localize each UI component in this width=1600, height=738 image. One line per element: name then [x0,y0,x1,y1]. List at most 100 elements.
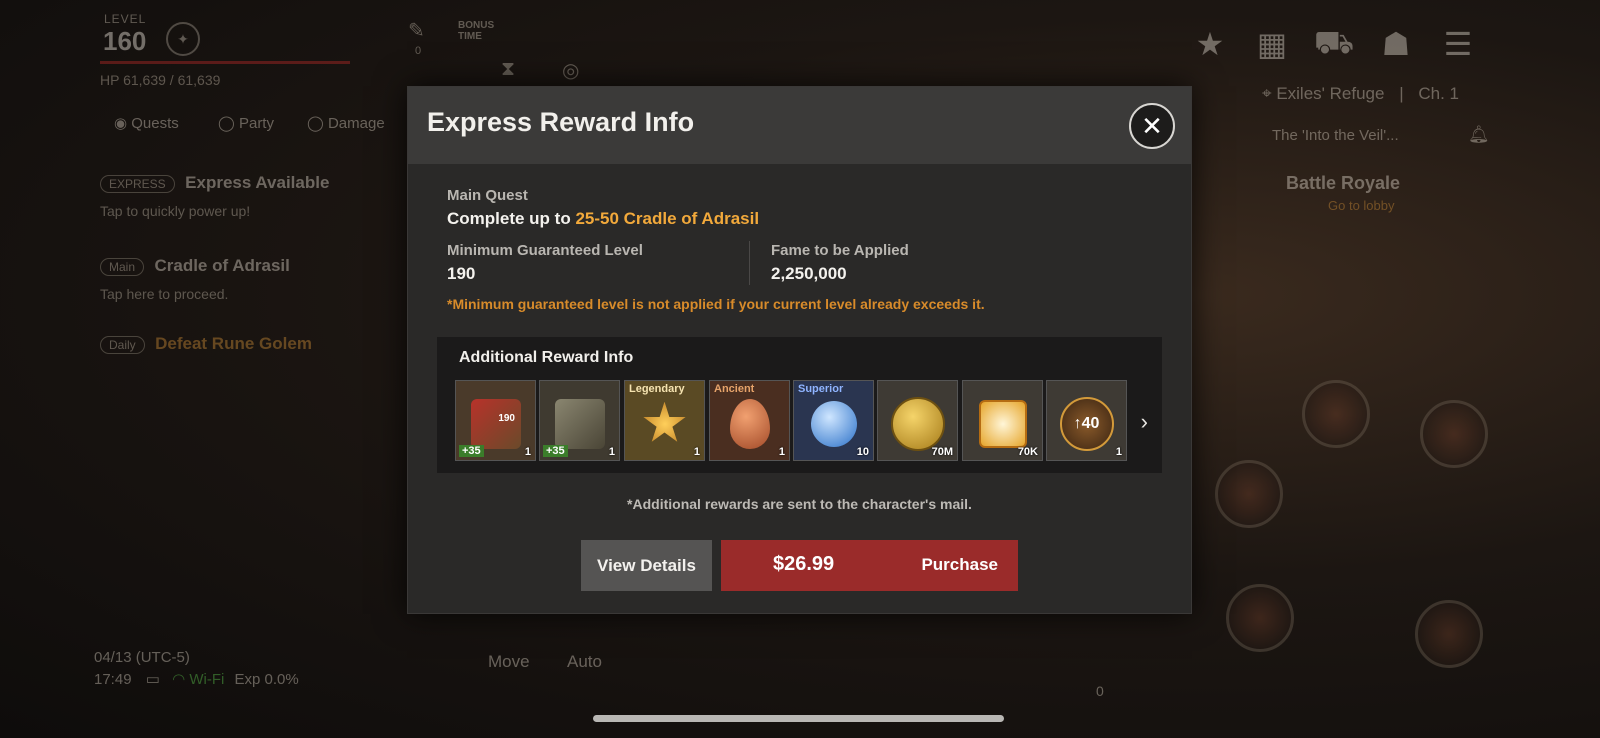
tab-party[interactable]: ◯ Party [218,114,274,132]
reward-item-2-qty: 1 [608,446,615,458]
quest-daily[interactable]: Daily Defeat Rune Golem [100,334,312,354]
reward-item-4-qty: 1 [778,446,785,458]
modal-title: Express Reward Info [427,107,695,137]
reward-item-1[interactable]: 190 +35 1 [455,380,536,461]
reward-item-2-badge: +35 [543,445,568,457]
main-subtitle: Tap here to proceed. [100,286,229,302]
chevron-right-icon[interactable]: › [1141,409,1148,435]
stone-chest-icon [554,398,605,449]
feather-counter: 0 [415,45,422,57]
quest-highlight: 25-50 Cradle of Adrasil [575,209,760,228]
status-bar: 17:49 ▭ ◠ Wi-Fi Exp 0.0% [94,670,299,688]
battery-icon: ▭ [145,671,160,688]
reward-item-6[interactable]: 70M [877,380,958,461]
level-label: LEVEL [104,12,147,26]
mail-note: *Additional rewards are sent to the char… [627,496,972,512]
skill-button-2[interactable] [1420,400,1488,468]
price-label: $26.99 [773,553,835,575]
reward-item-5[interactable]: Superior 10 [793,380,874,461]
legendary-star-icon [643,401,686,442]
reward-item-1-overlay: 190 [498,413,515,424]
fame-label: Fame to be Applied [771,242,909,259]
reward-item-4-tag: Ancient [714,383,755,395]
close-icon: ✕ [1141,110,1163,141]
skill-button-3[interactable] [1215,460,1283,528]
complete-prefix: Complete up to [447,209,576,228]
bell-icon[interactable]: 🔔︎ [1468,125,1490,145]
level-value: 160 [103,26,147,56]
daily-title: Defeat Rune Golem [155,334,312,353]
character-icon[interactable]: ☗ [1374,22,1418,66]
info-divider [749,241,750,285]
datetime: 04/13 (UTC-5) [94,649,190,666]
reward-item-8-overlay: 40 [1081,414,1100,432]
reward-item-3-qty: 1 [693,446,700,458]
reward-item-8[interactable]: ↑ 40 1 [1046,380,1127,461]
reward-item-4[interactable]: Ancient 1 [709,380,790,461]
express-subtitle: Tap to quickly power up! [100,203,251,219]
reward-item-1-badge: +35 [459,445,484,457]
wifi-icon: ◠ [172,671,186,688]
reward-item-5-qty: 10 [856,446,869,458]
target-icon: ◎ [562,60,580,82]
main-quest-text: Complete up to 25-50 Cradle of Adrasil [447,209,759,229]
hp-text: HP 61,639 / 61,639 [100,72,221,88]
min-level-label: Minimum Guaranteed Level [447,242,643,259]
channel-label: Ch. 1 [1418,84,1459,103]
purchase-label: Purchase [921,555,998,574]
feather-icon: ✎ [408,20,425,42]
calendar-icon[interactable]: ▦ [1250,22,1294,66]
view-details-button[interactable]: View Details [581,540,712,591]
fame-value: 2,250,000 [771,264,847,283]
tab-party-label: Party [238,115,274,132]
tab-quests[interactable]: ◉ Quests [114,114,179,132]
skill-button-1[interactable] [1302,380,1370,448]
bonus-time-label: BONUS TIME [458,20,495,42]
min-level-value: 190 [447,264,476,283]
express-tag: EXPRESS [100,175,175,193]
main-title: Cradle of Adrasil [154,256,290,275]
reward-item-7-qty: 70K [1017,446,1038,458]
battle-royale-subtitle[interactable]: Go to lobby [1328,198,1395,213]
cart-icon[interactable]: ⛟ [1312,22,1356,66]
level-boost-icon: ↑ 40 [1059,396,1114,451]
move-label[interactable]: Move [488,652,530,672]
hourglass-icon: ⧗ [501,58,516,80]
clock: 17:49 [94,671,132,688]
battle-royale-title[interactable]: Battle Royale [1286,173,1400,194]
notice-text[interactable]: The 'Into the Veil'... [1272,127,1399,144]
wifi-label: Wi-Fi [189,671,225,688]
location-name: Exiles' Refuge [1276,84,1385,103]
menu-icon[interactable]: ☰ [1436,22,1480,66]
main-tag: Main [100,258,145,276]
twitter-icon[interactable]: ✦ [166,22,200,56]
top-menu: ★ ▦ ⛟ ☗ ☰ [1188,22,1480,66]
express-title: Express Available [185,173,330,192]
gem-icon [978,399,1027,448]
tab-damage[interactable]: ◯ Damage [307,114,385,132]
rewards-title: Additional Reward Info [459,349,634,366]
reward-item-3[interactable]: Legendary 1 [624,380,705,461]
main-quest-label: Main Quest [447,187,528,204]
location-bar[interactable]: ⌖ Exiles' Refuge | Ch. 1 [1262,84,1459,104]
skill-button-5[interactable] [1415,600,1483,668]
gold-coin-icon [890,396,945,451]
level-note: *Minimum guaranteed level is not applied… [447,296,985,312]
reward-item-7[interactable]: 70K [962,380,1043,461]
skill-button-4[interactable] [1226,584,1294,652]
close-button[interactable]: ✕ [1129,103,1175,149]
bottom-counter: 0 [1096,683,1104,699]
purchase-button[interactable]: $26.99 Purchase [721,540,1018,591]
rewards-panel: Additional Reward Info 190 +35 1 +35 1 L… [437,337,1162,473]
location-pin-icon: ⌖ [1262,84,1272,103]
home-indicator[interactable] [593,715,1004,722]
reward-item-8-qty: 1 [1115,446,1122,458]
reward-item-6-qty: 70M [931,446,953,458]
quest-express[interactable]: EXPRESS Express Available Tap to quickly… [100,173,329,219]
auto-label[interactable]: Auto [567,652,602,672]
reward-item-2[interactable]: +35 1 [539,380,620,461]
modal-header: Express Reward Info ✕ [408,87,1191,164]
egg-icon [729,398,770,449]
quest-main[interactable]: Main Cradle of Adrasil Tap here to proce… [100,256,290,302]
star-icon[interactable]: ★ [1188,22,1232,66]
